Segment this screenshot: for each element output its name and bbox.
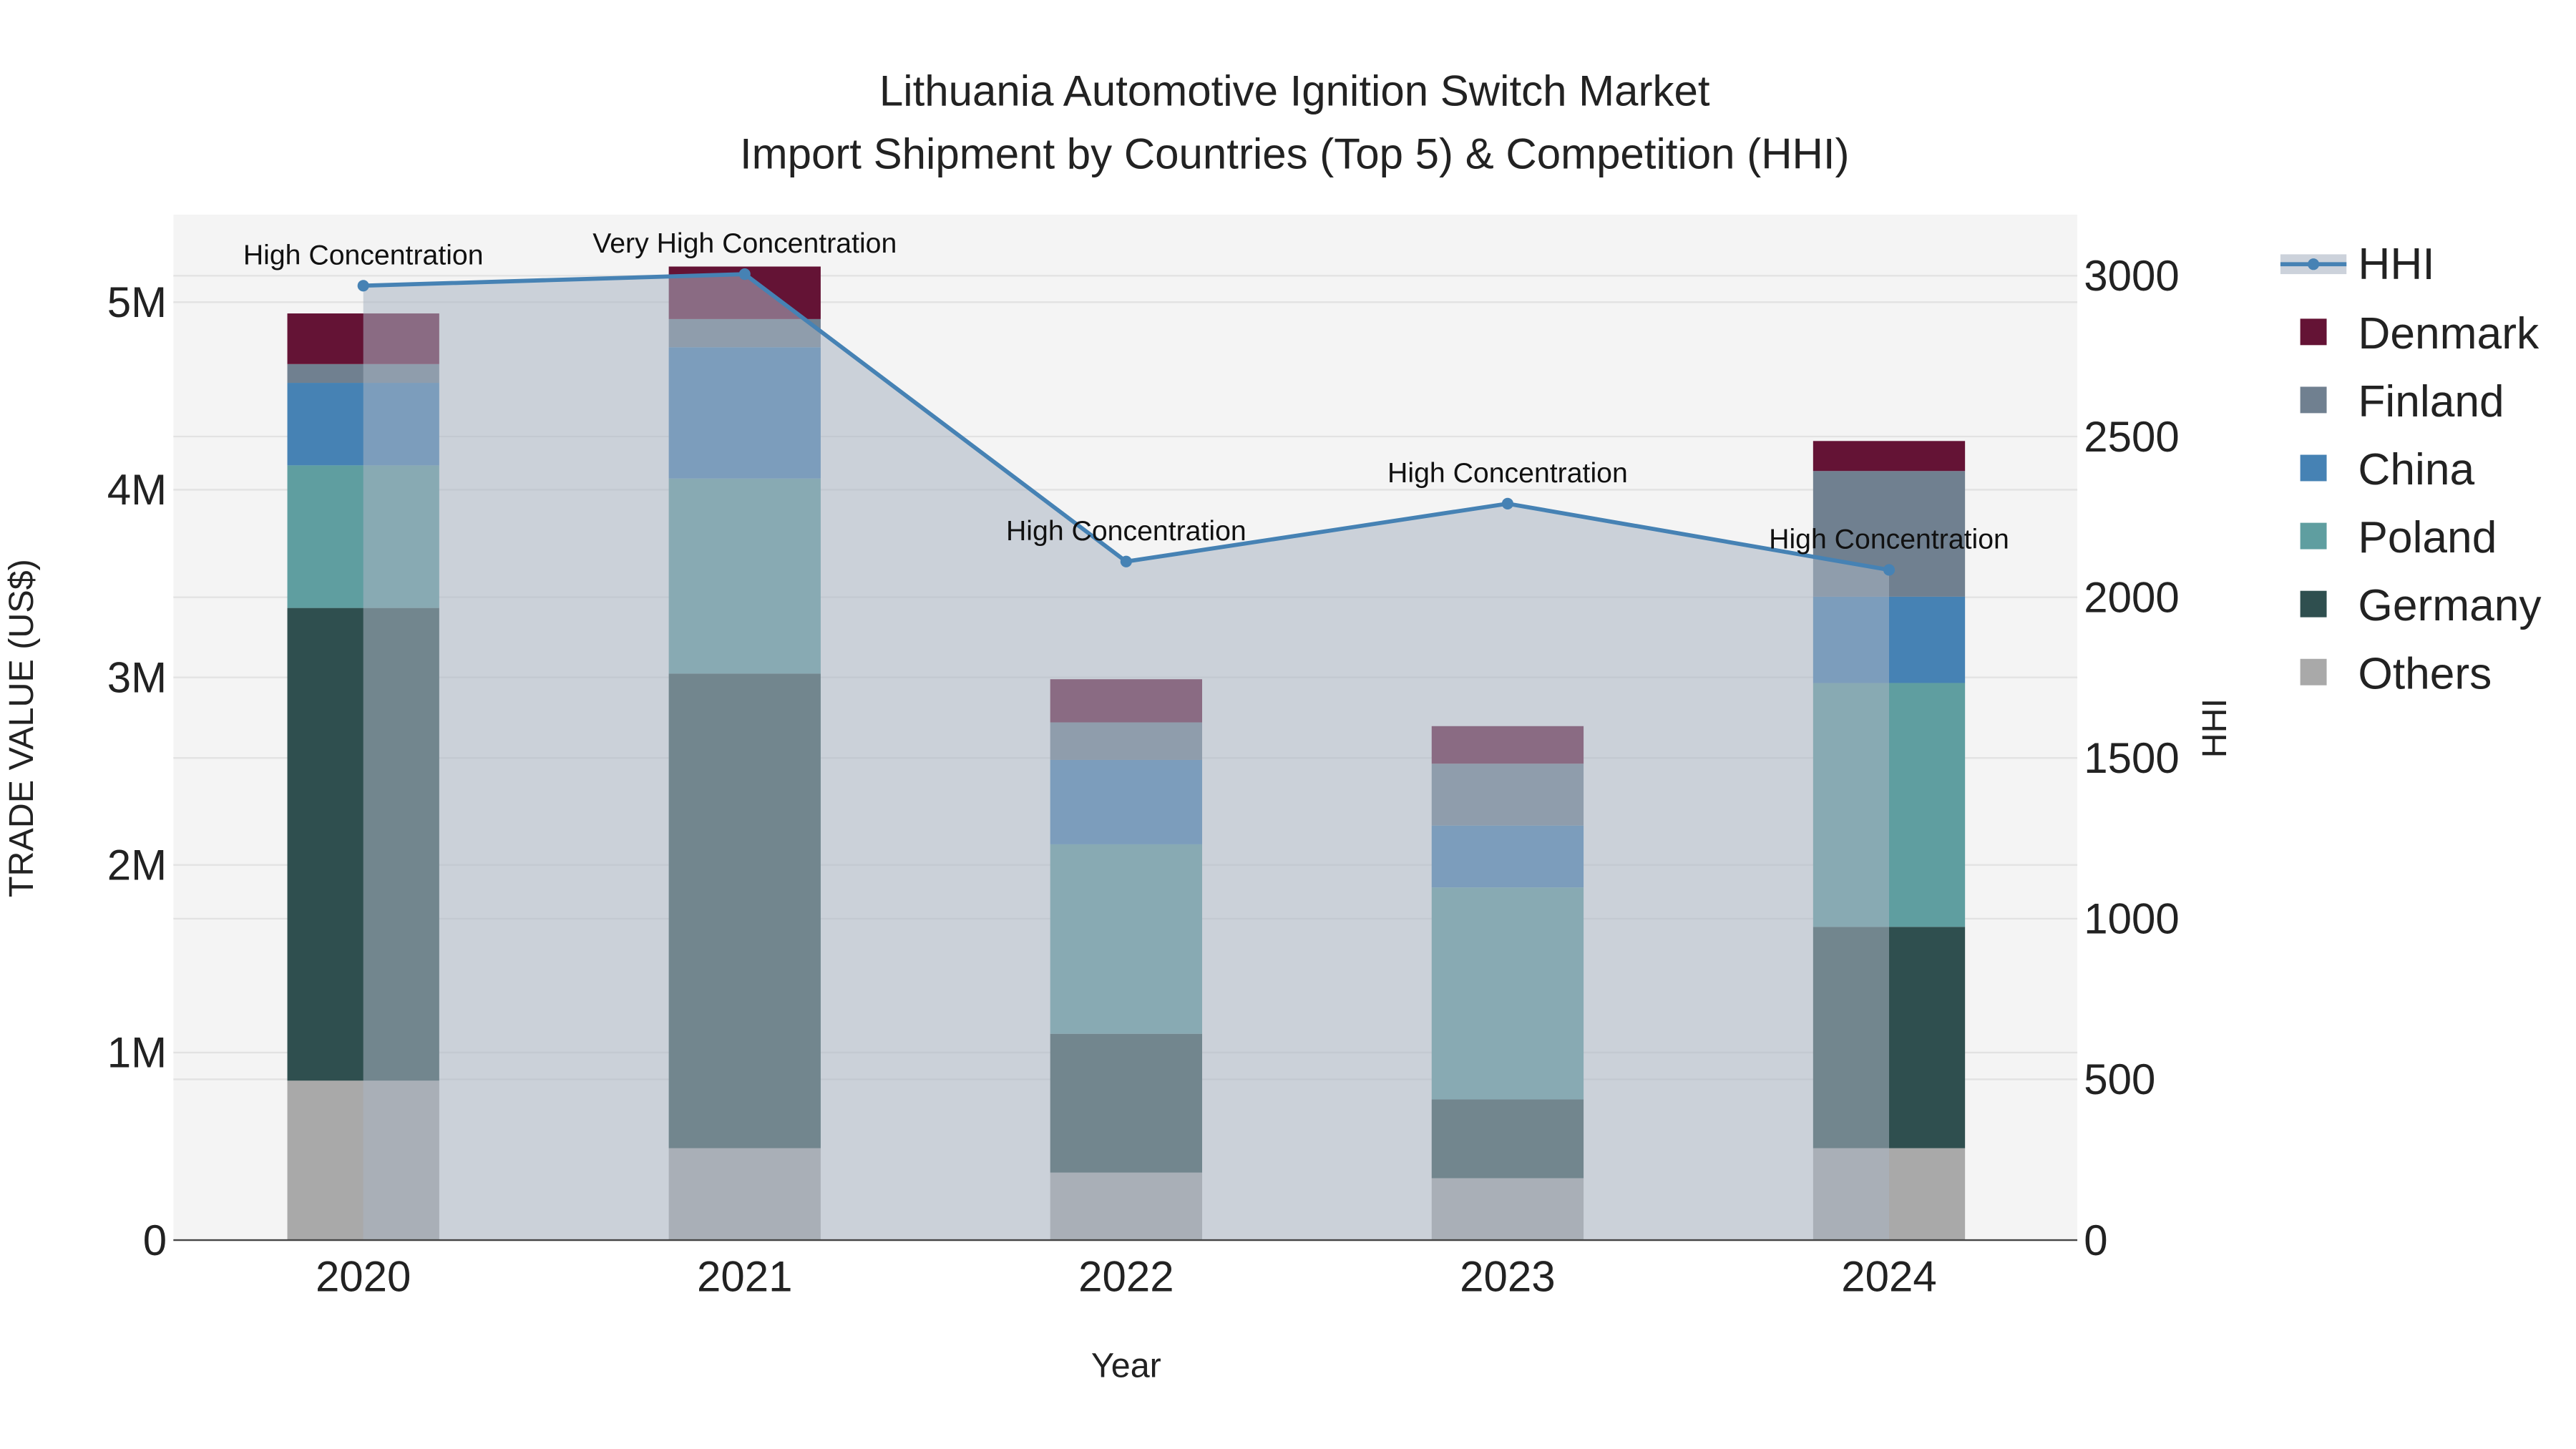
y-tick-label: 1M [107,1029,167,1077]
y-axis-title: TRADE VALUE (US$) [2,559,41,897]
chart: 0 1M 2M 3M 4M 5M 0 500 1000 1500 2000 2500 3000 202… [0,0,2576,1449]
y2-tick-label: 0 [2084,1216,2107,1264]
hhi-point-2024 [1883,564,1896,576]
y2-tick-label: 1500 [2084,734,2179,782]
hhi-point-2023 [1501,497,1513,509]
legend-label-finland: Finland [2358,377,2504,426]
hhi-point-2022 [1120,555,1132,567]
y2-tick-label: 1000 [2084,895,2179,943]
legend-hhi-marker [2308,258,2320,270]
x-tick-label: 2022 [1078,1253,1174,1301]
legend-swatch-germany [2300,590,2327,618]
legend-label-denmark: Denmark [2358,309,2540,358]
y-tick-label: 2M [107,841,167,889]
legend-label-hhi: HHI [2358,240,2434,289]
chart-title-line2: Import Shipment by Countries (Top 5) & C… [740,130,1850,177]
hhi-annotation: High Concentration [1006,515,1246,547]
y-tick-label: 3M [107,653,167,701]
hhi-annotation: Very High Concentration [592,228,897,259]
y-tick-label: 0 [143,1216,167,1264]
x-tick-label: 2023 [1460,1253,1555,1301]
y-tick-label: 4M [107,466,167,514]
x-tick-label: 2024 [1841,1253,1936,1301]
legend-label-china: China [2358,445,2474,494]
y2-tick-label: 3000 [2084,252,2179,300]
hhi-annotation: High Concentration [1769,523,2009,555]
x-axis-title: Year [1091,1347,1161,1385]
x-tick-label: 2020 [316,1253,411,1301]
x-tick-label: 2021 [697,1253,792,1301]
hhi-point-2020 [357,280,369,292]
y2-tick-label: 500 [2084,1055,2155,1103]
y2-tick-label: 2500 [2084,413,2179,461]
legend-label-poland: Poland [2358,513,2497,562]
legend-swatch-poland [2300,522,2327,550]
legend-label-germany: Germany [2358,581,2542,630]
legend-swatch-china [2300,454,2327,482]
y2-axis-title: HHI [2195,698,2234,758]
hhi-point-2021 [738,268,751,280]
legend-swatch-finland [2300,386,2327,414]
bar-denmark-2024 [1813,441,1966,472]
hhi-annotation: High Concentration [243,239,484,270]
chart-title-line1: Lithuania Automotive Ignition Switch Mar… [879,67,1710,115]
y-tick-label: 5M [107,278,167,326]
legend-label-others: Others [2358,649,2492,698]
legend-swatch-others [2300,658,2327,686]
legend-swatch-denmark [2300,318,2327,346]
hhi-annotation: High Concentration [1387,457,1628,489]
y2-tick-label: 2000 [2084,573,2179,621]
